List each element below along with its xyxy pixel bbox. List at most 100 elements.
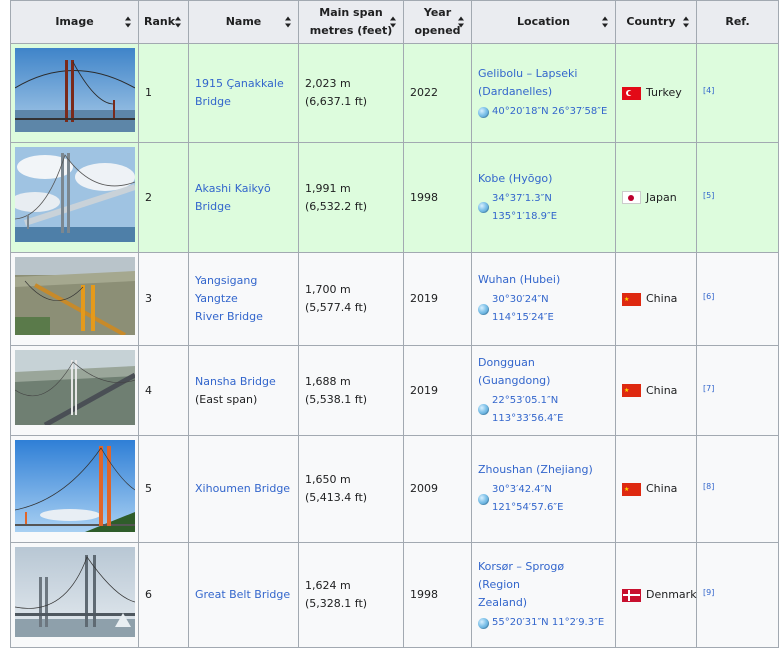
coordinates-text: 30°3′42.4″N 121°54′57.6″E: [492, 484, 564, 513]
bridge-name-link[interactable]: Xihoumen Bridge: [195, 482, 290, 495]
column-header-line: metres (feet): [309, 24, 393, 37]
location-line: Zhoushan (Zhejiang): [478, 463, 593, 476]
bridge-image-link[interactable]: [14, 350, 137, 428]
image-cell: [10, 345, 139, 436]
ref-cell: [4]: [696, 43, 779, 143]
year-cell: 2009: [403, 435, 472, 543]
year-cell: 2019: [403, 345, 472, 436]
reference-link[interactable]: [9]: [703, 588, 714, 597]
globe-icon: [478, 303, 489, 315]
coordinates-link[interactable]: 30°30′24″N 114°15′24″E: [478, 291, 609, 327]
span-cell: 1,700 m (5,577.4 ft): [298, 252, 404, 346]
ref-cell: [7]: [696, 345, 779, 436]
bridge-name-link[interactable]: 1915 Çanakkale Bridge: [195, 77, 284, 108]
sort-icon[interactable]: [390, 16, 397, 28]
location-link[interactable]: Zhoushan (Zhejiang): [478, 463, 593, 476]
span-cell: 1,624 m (5,328.1 ft): [298, 542, 404, 648]
location-link[interactable]: Dongguan (Guangdong): [478, 356, 550, 387]
bridge-image-link[interactable]: [14, 547, 136, 640]
rank-cell: 5: [138, 435, 189, 543]
sort-icon[interactable]: [125, 16, 132, 28]
country-name: Turkey: [646, 86, 682, 99]
coordinates-link[interactable]: 22°53′05.1″N 113°33′56.4″E: [478, 392, 609, 428]
bridge-name-link[interactable]: Akashi Kaikyō Bridge: [195, 182, 271, 213]
ref-cell: [9]: [696, 542, 779, 648]
year-cell: 1998: [403, 542, 472, 648]
reference-link[interactable]: [8]: [703, 482, 714, 491]
sort-icon[interactable]: [683, 16, 690, 28]
country-cell: China: [615, 345, 697, 436]
column-header-label: Rank: [144, 15, 176, 28]
name-cell: Great Belt Bridge: [188, 542, 299, 648]
location-line: Gelibolu – Lapseki: [478, 67, 578, 80]
column-header-name[interactable]: Name: [188, 0, 299, 44]
span-feet: (5,413.4 ft): [305, 491, 368, 504]
column-header-country[interactable]: Country: [615, 0, 697, 44]
bridge-image-link[interactable]: [10, 147, 136, 245]
sort-icon[interactable]: [602, 16, 609, 28]
span-feet: (5,538.1 ft): [305, 392, 368, 406]
country-cell: China: [615, 252, 697, 346]
bridge-name-link[interactable]: Nansha Bridge: [195, 375, 276, 388]
span-metres: 2,023 m: [305, 77, 351, 90]
location-line: Wuhan (Hubei): [478, 273, 561, 286]
column-header-rank[interactable]: Rank: [138, 0, 189, 44]
bridge-image-link[interactable]: [14, 48, 136, 135]
globe-icon: [478, 493, 489, 505]
name-cell: 1915 Çanakkale Bridge: [188, 43, 299, 143]
span-metres: 1,624 m: [305, 579, 351, 592]
coordinates-link[interactable]: 30°3′42.4″N 121°54′57.6″E: [478, 481, 609, 517]
image-cell: [10, 435, 139, 543]
location-cell: Wuhan (Hubei) 30°30′24″N 114°15′24″E: [471, 252, 616, 346]
japan-flag-icon: [622, 191, 641, 204]
span-cell: 1,991 m (6,532.2 ft): [298, 142, 404, 253]
location-cell: Korsør – Sprogø (Region Zealand) 55°20′31…: [471, 542, 616, 648]
bridge-name-line: 1915 Çanakkale: [195, 77, 284, 90]
reference-link[interactable]: [5]: [703, 191, 714, 200]
column-header-year-opened[interactable]: Year opened: [403, 0, 472, 44]
location-link[interactable]: Gelibolu – Lapseki (Dardanelles): [478, 67, 577, 98]
name-cell: Xihoumen Bridge: [188, 435, 299, 543]
column-header-label: Year opened: [414, 4, 460, 40]
column-header-location[interactable]: Location: [471, 0, 616, 44]
coordinates-link[interactable]: 34°37′1.3″N 135°1′18.9″E: [478, 190, 609, 226]
location-cell: Gelibolu – Lapseki (Dardanelles) 40°20′18…: [471, 43, 616, 143]
sort-icon[interactable]: [458, 16, 465, 28]
column-header-label: Ref.: [725, 15, 750, 28]
reference-link[interactable]: [4]: [703, 86, 714, 95]
table-row: 1 1915 Çanakkale Bridge 2,023 m (6,637.1 f…: [10, 43, 779, 143]
span-cell: 2,023 m (6,637.1 ft): [298, 43, 404, 143]
coordinates-link[interactable]: 55°20′31″N 11°2′9.3″E: [478, 614, 609, 632]
location-cell: Kobe (Hyōgo) 34°37′1.3″N 135°1′18.9″E: [471, 142, 616, 253]
column-header-main-span[interactable]: Main span metres (feet): [298, 0, 404, 44]
sort-icon[interactable]: [285, 16, 292, 28]
column-header-line: Main span: [319, 6, 383, 19]
location-link[interactable]: Kobe (Hyōgo): [478, 172, 552, 185]
coordinates-text: 40°20′18″N 26°37′58″E: [492, 106, 608, 117]
bridge-name-link[interactable]: Great Belt Bridge: [195, 588, 290, 601]
column-header-image[interactable]: Image: [10, 0, 139, 44]
rank-cell: 6: [138, 542, 189, 648]
coordinates-link[interactable]: 40°20′18″N 26°37′58″E: [478, 103, 609, 121]
rank-cell: 3: [138, 252, 189, 346]
china-flag-icon: [622, 384, 641, 397]
bridge-name-line: Bridge: [195, 199, 231, 213]
location-line: Korsør – Sprogø (Region: [478, 560, 565, 591]
reference-link[interactable]: [6]: [703, 292, 714, 301]
reference-link[interactable]: [7]: [703, 384, 714, 393]
location-link[interactable]: Wuhan (Hubei): [478, 273, 560, 286]
china-flag-icon: [622, 482, 641, 496]
column-header-label: Location: [517, 15, 570, 28]
country-name: Denmark: [646, 588, 697, 601]
china-flag-icon: [622, 292, 641, 306]
coordinates-text: 34°37′1.3″N 135°1′18.9″E: [492, 192, 558, 222]
bridge-image-link[interactable]: [14, 440, 136, 535]
bridge-name-link[interactable]: Yangsigang Yangtze River Bridge: [195, 274, 263, 323]
location-line: Kobe (Hyōgo): [478, 171, 553, 185]
location-link[interactable]: Korsør – Sprogø (Region Zealand): [478, 560, 564, 609]
coordinates-text: 55°20′31″N 11°2′9.3″E: [492, 617, 605, 628]
bridge-image-link[interactable]: [15, 257, 135, 338]
sort-icon[interactable]: [175, 16, 182, 28]
location-cell: Zhoushan (Zhejiang) 30°3′42.4″N 121°54′5…: [471, 435, 616, 543]
globe-icon: [478, 617, 489, 629]
